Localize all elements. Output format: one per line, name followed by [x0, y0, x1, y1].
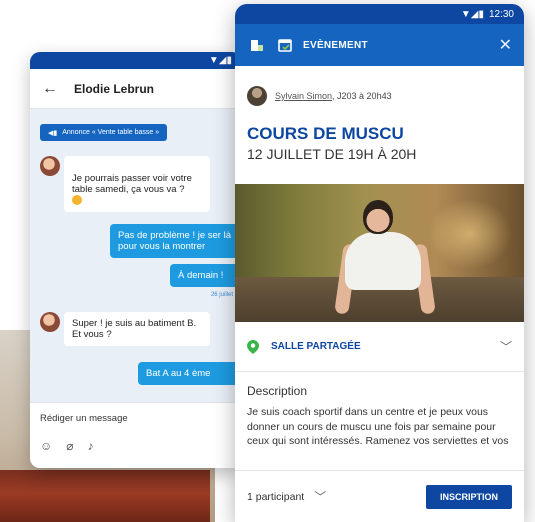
location-name: SALLE PARTAGÉE: [271, 341, 361, 352]
annonce-label: Annonce « Vente table basse »: [62, 129, 160, 136]
location-row[interactable]: SALLE PARTAGÉE ﹀: [235, 322, 524, 372]
event-photo: [235, 184, 524, 322]
chat-status-bar: ▼◢▮: [30, 52, 242, 69]
participants-count: 1 participant: [247, 490, 305, 503]
author-name-link[interactable]: Sylvain Simon: [275, 91, 332, 101]
chat-header: ← Elodie Lebrun: [30, 69, 242, 109]
event-screen-title: EVÈNEMENT: [303, 39, 368, 51]
event-date: 12 JUILLET DE 19H À 20H: [247, 146, 417, 162]
composer-actions: ☺ ⌀ ♪: [40, 439, 94, 453]
contact-name: Elodie Lebrun: [74, 81, 155, 96]
author-line: Sylvain Simon, J203 à 20h43: [275, 91, 392, 101]
inscription-button[interactable]: INSCRIPTION: [425, 484, 512, 509]
message-bubble: À demain !: [170, 264, 242, 287]
status-time: 12:30: [488, 8, 514, 20]
description-heading: Description: [247, 384, 308, 398]
message-bubble: Bat A au 4 ème: [138, 362, 242, 385]
author-meta: , J203 à 20h43: [332, 91, 392, 101]
message-bubble: Je pourrais passer voir votre table same…: [64, 156, 210, 212]
photo-person-head: [363, 200, 393, 234]
mic-icon[interactable]: ♪: [88, 439, 94, 453]
background-table-top: [0, 470, 210, 522]
participants-selector[interactable]: 1 participant ﹀: [247, 488, 426, 505]
building-icon[interactable]: [247, 37, 267, 53]
event-phone: ▼◢▮ 12:30 EVÈNEMENT ✕ Sylvain Simon, J20…: [235, 4, 524, 522]
signal-icon: ▼◢▮: [208, 55, 232, 66]
event-author: Sylvain Simon, J203 à 20h43: [235, 66, 524, 110]
chevron-down-icon: ﹀: [314, 490, 327, 504]
chevron-down-icon[interactable]: ﹀: [500, 338, 512, 355]
event-status-bar: ▼◢▮ 12:30: [235, 4, 524, 24]
calendar-check-icon[interactable]: [275, 37, 295, 53]
photo-person-body: [345, 232, 421, 290]
chat-phone: ▼◢▮ ← Elodie Lebrun ◀▮ Annonce « Vente t…: [30, 52, 242, 468]
message-composer: Rédiger un message ☺ ⌀ ♪: [30, 402, 242, 468]
annonce-chip[interactable]: ◀▮ Annonce « Vente table basse »: [40, 124, 168, 141]
message-bubble: Super ! je suis au batiment B. Et vous ?: [64, 312, 210, 346]
event-app-bar: EVÈNEMENT ✕: [235, 24, 524, 66]
close-icon[interactable]: ✕: [499, 35, 512, 55]
message-input[interactable]: Rédiger un message: [40, 413, 128, 424]
message-text: Je pourrais passer voir votre table same…: [72, 173, 192, 195]
message-timestamp: 26 juillet 2: [210, 292, 238, 298]
event-title: COURS DE MUSCU: [247, 124, 404, 143]
avatar: [40, 156, 60, 176]
megaphone-icon: ◀▮: [48, 129, 58, 137]
avatar: [247, 86, 267, 106]
event-footer: 1 participant ﹀ INSCRIPTION: [235, 470, 524, 522]
back-arrow-icon[interactable]: ←: [42, 80, 64, 98]
location-pin-icon: [247, 339, 259, 354]
attach-icon[interactable]: ⌀: [66, 439, 73, 453]
avatar: [40, 312, 60, 332]
description-text: Je suis coach sportif dans un centre et …: [247, 406, 509, 447]
message-bubble: Pas de problème ! je ser là pour vous la…: [110, 224, 242, 258]
emoji-icon[interactable]: ☺: [40, 439, 52, 453]
emoji-icon: [72, 195, 82, 206]
signal-icon: ▼◢▮: [460, 8, 484, 20]
